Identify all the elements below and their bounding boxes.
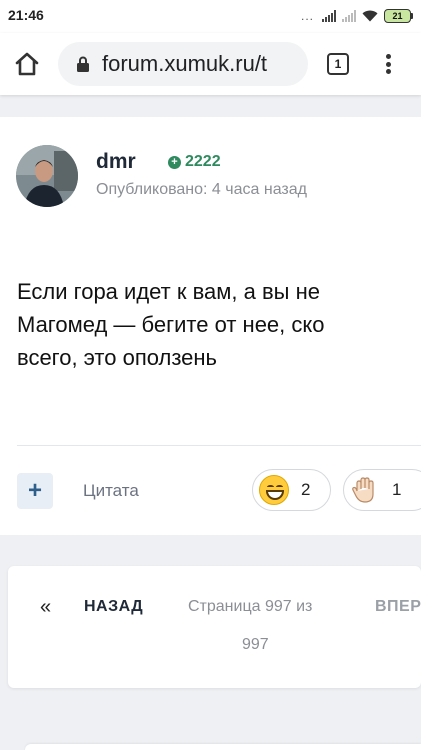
battery-icon: 21 [384, 9, 413, 23]
status-time: 21:46 [8, 7, 44, 23]
cell-signal-2-icon [342, 10, 356, 22]
prev-arrow-icon[interactable]: « [40, 596, 51, 619]
page-info[interactable]: Страница 997 из [188, 598, 312, 616]
status-bar: 21:46 ... 21 [0, 0, 421, 33]
reaction-count: 2 [301, 480, 311, 499]
lock-icon [77, 56, 89, 72]
reaction-count: 1 [392, 480, 402, 499]
address-bar[interactable]: forum.xumuk.ru/t [58, 42, 308, 86]
status-icons: ... 21 [301, 6, 413, 26]
post-body: Если гора идет к вам, а вы не Магомед — … [17, 275, 325, 374]
post-body-line: Магомед — бегите от нее, ско [17, 312, 325, 337]
home-icon[interactable] [12, 49, 42, 79]
pagination: « НАЗАД Страница 997 из 997 ВПЕР [8, 566, 421, 688]
next-card-edge [25, 744, 421, 750]
next-page-button[interactable]: ВПЕР [375, 598, 421, 616]
notification-dots: ... [300, 9, 314, 23]
quote-button[interactable]: Цитата [83, 481, 139, 501]
reaction-grin[interactable]: 2 [252, 469, 331, 511]
more-vert-icon[interactable] [378, 51, 398, 77]
grinning-face-icon [259, 475, 289, 505]
author-name[interactable]: dmr [96, 150, 136, 174]
cell-signal-icon [322, 10, 336, 22]
divider [17, 445, 421, 446]
wifi-icon [362, 10, 378, 22]
prev-page-button[interactable]: НАЗАД [84, 598, 143, 616]
reaction-hand[interactable]: 1 [343, 469, 421, 511]
reputation-badge: + 2222 [168, 153, 221, 171]
multiquote-button[interactable]: + [17, 473, 53, 509]
post-body-line: Если гора идет к вам, а вы не [17, 279, 320, 304]
page-info-total[interactable]: 997 [242, 636, 269, 654]
tabs-button[interactable]: 1 [327, 53, 349, 75]
url-text: forum.xumuk.ru/t [102, 51, 268, 76]
battery-level: 21 [384, 9, 411, 23]
post-body-line: всего, это оползень [17, 345, 218, 370]
post-card: dmr + 2222 Опубликовано: 4 часа назад Ес… [0, 117, 421, 535]
raised-hand-icon [352, 477, 374, 503]
avatar[interactable] [16, 145, 78, 207]
plus-circle-icon: + [168, 155, 181, 169]
post-timestamp: Опубликовано: 4 часа назад [96, 181, 307, 198]
reputation-count: 2222 [185, 153, 221, 170]
browser-toolbar: forum.xumuk.ru/t 1 [0, 33, 421, 95]
